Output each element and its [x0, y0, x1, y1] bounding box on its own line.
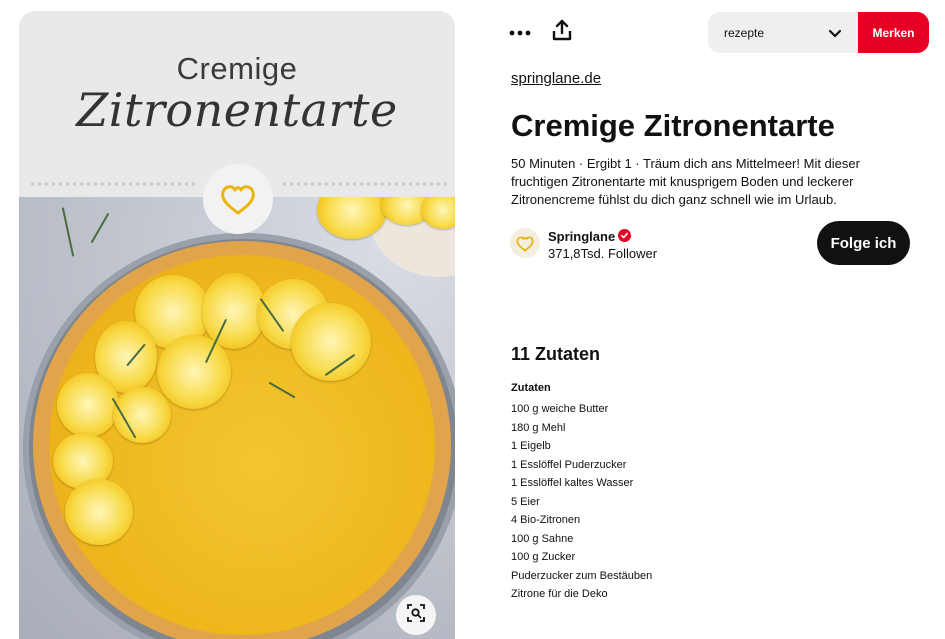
creator-name[interactable]: Springlane [548, 229, 615, 244]
creator-avatar[interactable] [510, 228, 540, 258]
ingredient-item: 4 Bio-Zitronen [511, 514, 581, 526]
pin-image-title-line1: Cremige [176, 51, 298, 86]
pin-description: 50 Minuten · Ergibt 1 · Träum dich ans M… [511, 156, 860, 207]
springlane-logo-icon [203, 164, 273, 234]
ingredient-item: 1 Esslöffel Puderzucker [511, 458, 627, 471]
ingredient-item: 5 Eier [511, 495, 540, 508]
ingredient-item: 1 Esslöffel kaltes Wasser [511, 477, 634, 489]
lemon-slice [57, 373, 119, 437]
verified-badge-icon [618, 229, 631, 242]
ingredient-item: Zitrone für die Deko [511, 588, 608, 600]
ingredient-item: 100 g weiche Butter [511, 403, 609, 415]
ingredient-item: 100 g Sahne [511, 532, 574, 545]
pin-image[interactable]: Cremige Zitronentarte [19, 11, 455, 639]
share-icon [552, 19, 572, 46]
rosemary-sprig [90, 212, 110, 244]
follow-button[interactable]: Folge ich [817, 221, 910, 265]
save-button[interactable]: Merken [858, 12, 929, 53]
source-link[interactable]: springlane.de [511, 70, 601, 87]
more-dots-icon [509, 23, 531, 41]
pin-title: Cremige Zitronentarte [511, 108, 835, 143]
ingredients-heading: 11 Zutaten [511, 344, 601, 364]
ingredient-item: 180 g Mehl [511, 421, 566, 434]
visual-search-button[interactable] [396, 595, 436, 635]
more-options-button[interactable] [506, 20, 534, 44]
board-select-value: rezepte [724, 26, 765, 40]
board-select-dropdown[interactable]: rezepte [708, 12, 858, 53]
dotted-divider-left [29, 182, 199, 186]
rosemary-sprig [61, 207, 75, 257]
ingredient-item: 100 g Zucker [511, 551, 576, 563]
ingredients-subheading: Zutaten [511, 382, 551, 394]
dotted-divider-right [281, 182, 447, 186]
ingredients-list: 100 g weiche Butter 180 g Mehl 1 Eigelb … [511, 400, 652, 604]
chevron-down-icon [828, 26, 842, 44]
ingredient-item: 1 Eigelb [511, 440, 551, 452]
ingredient-item: Puderzucker zum Bestäuben [511, 569, 653, 582]
lemon-slice [65, 479, 133, 545]
tart-photo [19, 197, 455, 639]
pin-image-title-line2: Zitronentarte [76, 83, 398, 137]
visual-search-icon [406, 603, 426, 628]
lemon-slice [157, 335, 231, 409]
creator-followers: 371,8Tsd. Follower [548, 246, 658, 261]
share-button[interactable] [549, 18, 575, 46]
